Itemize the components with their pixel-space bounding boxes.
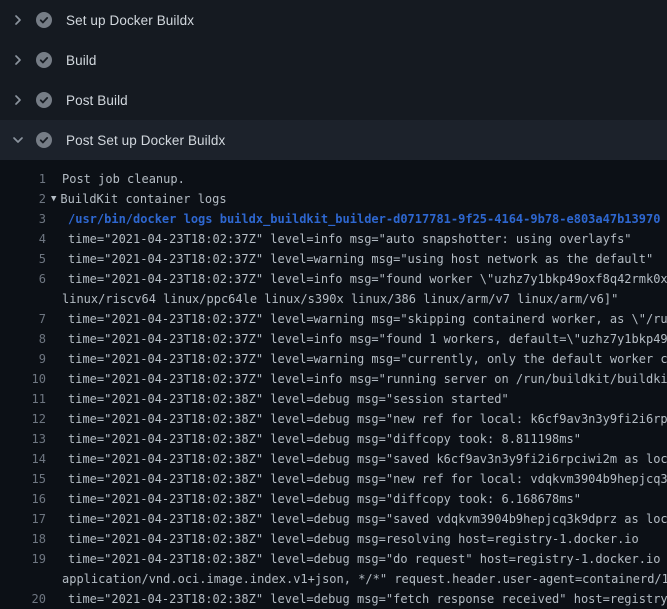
log-line-text: time="2021-04-23T18:02:38Z" level=debug … xyxy=(46,549,667,569)
log-line-text: /usr/bin/docker logs buildx_buildkit_bui… xyxy=(46,209,660,229)
steps-list: Set up Docker Buildx Build Post Build Po… xyxy=(0,0,667,160)
log-line-text: time="2021-04-23T18:02:38Z" level=debug … xyxy=(46,469,667,489)
step-row-build[interactable]: Build xyxy=(0,40,667,80)
step-label: Build xyxy=(66,53,97,68)
check-circle-icon xyxy=(36,52,52,68)
log-line: 8 ▼ time="2021-04-23T18:02:37Z" level=in… xyxy=(0,329,667,349)
step-row-post-build[interactable]: Post Build xyxy=(0,80,667,120)
log-line: 13 ▼ time="2021-04-23T18:02:38Z" level=d… xyxy=(0,429,667,449)
log-line-text: time="2021-04-23T18:02:38Z" level=debug … xyxy=(46,589,667,609)
step-label: Post Build xyxy=(66,93,128,108)
step-label: Post Set up Docker Buildx xyxy=(66,133,225,148)
log-line-number[interactable]: 19 xyxy=(0,549,46,569)
log-line-number[interactable]: 8 xyxy=(0,329,46,349)
log-line: 20 ▼ time="2021-04-23T18:02:38Z" level=d… xyxy=(0,589,667,609)
log-line-number[interactable]: 10 xyxy=(0,369,46,389)
log-line-number[interactable] xyxy=(0,289,46,309)
log-line-number[interactable]: 15 xyxy=(0,469,46,489)
log-line-text: time="2021-04-23T18:02:38Z" level=debug … xyxy=(46,409,667,429)
log-line-text: time="2021-04-23T18:02:38Z" level=debug … xyxy=(46,449,667,469)
log-line: 4 ▼ time="2021-04-23T18:02:37Z" level=in… xyxy=(0,229,667,249)
log-line: 17 ▼ time="2021-04-23T18:02:38Z" level=d… xyxy=(0,509,667,529)
log-line: 14 ▼ time="2021-04-23T18:02:38Z" level=d… xyxy=(0,449,667,469)
log-line-text: time="2021-04-23T18:02:38Z" level=debug … xyxy=(46,489,581,509)
log-line-text: time="2021-04-23T18:02:38Z" level=debug … xyxy=(46,509,667,529)
log-line-text: time="2021-04-23T18:02:37Z" level=warnin… xyxy=(46,249,653,269)
step-row-post-set-up-docker-buildx[interactable]: Post Set up Docker Buildx xyxy=(0,120,667,160)
log-line-number[interactable]: 11 xyxy=(0,389,46,409)
log-line: 15 ▼ time="2021-04-23T18:02:38Z" level=d… xyxy=(0,469,667,489)
log-line-number[interactable]: 1 xyxy=(0,169,46,189)
log-line-text: application/vnd.oci.image.index.v1+json,… xyxy=(46,569,667,589)
log-line-text: time="2021-04-23T18:02:38Z" level=debug … xyxy=(46,429,581,449)
log-line: 10 ▼ time="2021-04-23T18:02:37Z" level=i… xyxy=(0,369,667,389)
log-line: ▼ linux/riscv64 linux/ppc64le linux/s390… xyxy=(0,289,667,309)
log-line-number[interactable]: 6 xyxy=(0,269,46,289)
chevron-right-icon xyxy=(10,12,26,28)
chevron-right-icon xyxy=(10,52,26,68)
log-line: 2 ▼ BuildKit container logs xyxy=(0,189,667,209)
log-line-text: BuildKit container logs xyxy=(56,189,226,209)
log-line: 1 ▼ Post job cleanup. xyxy=(0,169,667,189)
step-label: Set up Docker Buildx xyxy=(66,13,194,28)
log-line: 7 ▼ time="2021-04-23T18:02:37Z" level=wa… xyxy=(0,309,667,329)
log-line-number[interactable]: 17 xyxy=(0,509,46,529)
log-line: 16 ▼ time="2021-04-23T18:02:38Z" level=d… xyxy=(0,489,667,509)
log-line-text: time="2021-04-23T18:02:37Z" level=info m… xyxy=(46,229,632,249)
log-line-number[interactable]: 5 xyxy=(0,249,46,269)
log-line-number[interactable]: 7 xyxy=(0,309,46,329)
log-line: 19 ▼ time="2021-04-23T18:02:38Z" level=d… xyxy=(0,549,667,569)
log-line-number[interactable]: 12 xyxy=(0,409,46,429)
log-line: 12 ▼ time="2021-04-23T18:02:38Z" level=d… xyxy=(0,409,667,429)
step-row-set-up-docker-buildx[interactable]: Set up Docker Buildx xyxy=(0,0,667,40)
log-line-text: time="2021-04-23T18:02:37Z" level=info m… xyxy=(46,369,667,389)
log-viewer: 1 ▼ Post job cleanup. 2 ▼ BuildKit conta… xyxy=(0,160,667,609)
log-line-text: time="2021-04-23T18:02:38Z" level=debug … xyxy=(46,529,639,549)
log-line-text: Post job cleanup. xyxy=(46,169,185,189)
log-line-number[interactable]: 4 xyxy=(0,229,46,249)
log-line-number[interactable]: 14 xyxy=(0,449,46,469)
log-line-text: time="2021-04-23T18:02:37Z" level=warnin… xyxy=(46,309,667,329)
log-line: 3 ▼ /usr/bin/docker logs buildx_buildkit… xyxy=(0,209,667,229)
log-line-number[interactable]: 18 xyxy=(0,529,46,549)
log-line: 5 ▼ time="2021-04-23T18:02:37Z" level=wa… xyxy=(0,249,667,269)
log-line: 11 ▼ time="2021-04-23T18:02:38Z" level=d… xyxy=(0,389,667,409)
log-line-number[interactable]: 20 xyxy=(0,589,46,609)
chevron-right-icon xyxy=(10,92,26,108)
log-line-text: time="2021-04-23T18:02:37Z" level=info m… xyxy=(46,269,667,289)
log-line-number[interactable] xyxy=(0,569,46,589)
log-line-text: linux/riscv64 linux/ppc64le linux/s390x … xyxy=(46,289,618,309)
log-line-text: time="2021-04-23T18:02:37Z" level=warnin… xyxy=(46,349,667,369)
log-line-text: time="2021-04-23T18:02:38Z" level=debug … xyxy=(46,389,509,409)
group-expander-icon[interactable]: ▼ xyxy=(46,189,56,209)
log-line-number[interactable]: 9 xyxy=(0,349,46,369)
chevron-down-icon xyxy=(10,132,26,148)
check-circle-icon xyxy=(36,132,52,148)
log-line-text: time="2021-04-23T18:02:37Z" level=info m… xyxy=(46,329,667,349)
check-circle-icon xyxy=(36,12,52,28)
log-line: ▼ application/vnd.oci.image.index.v1+jso… xyxy=(0,569,667,589)
log-line-number[interactable]: 16 xyxy=(0,489,46,509)
log-line-number[interactable]: 2 xyxy=(0,189,46,209)
log-line: 6 ▼ time="2021-04-23T18:02:37Z" level=in… xyxy=(0,269,667,289)
log-line: 18 ▼ time="2021-04-23T18:02:38Z" level=d… xyxy=(0,529,667,549)
log-line-number[interactable]: 13 xyxy=(0,429,46,449)
log-line-number[interactable]: 3 xyxy=(0,209,46,229)
log-line: 9 ▼ time="2021-04-23T18:02:37Z" level=wa… xyxy=(0,349,667,369)
check-circle-icon xyxy=(36,92,52,108)
